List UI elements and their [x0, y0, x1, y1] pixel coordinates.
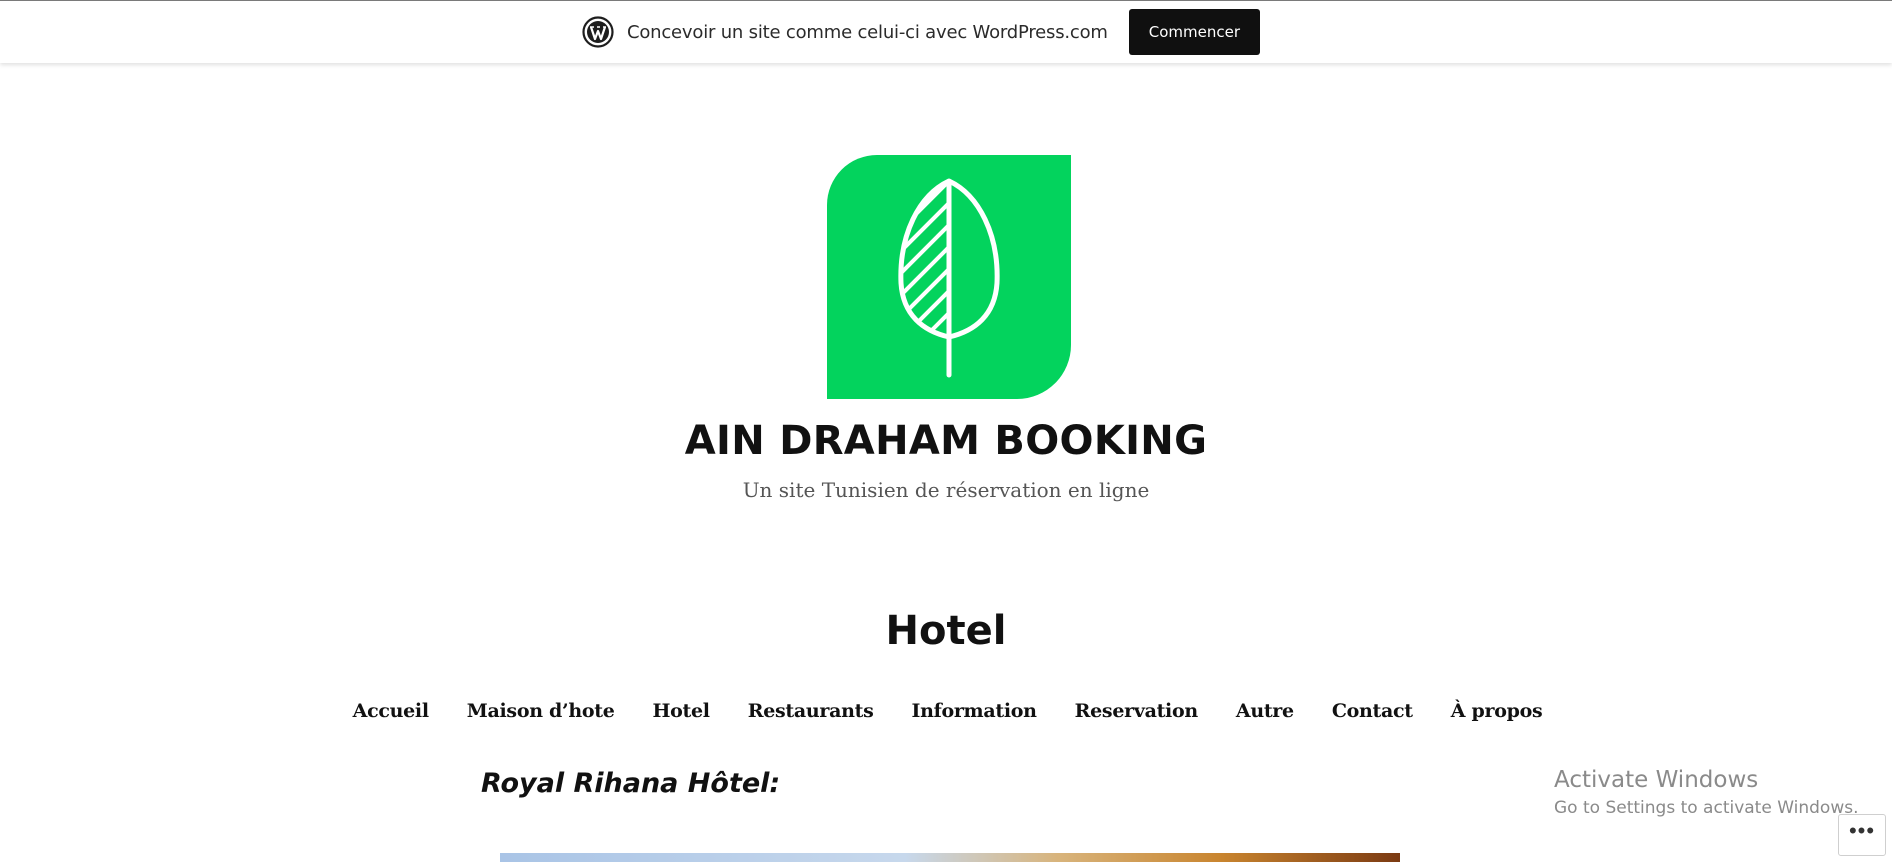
- more-actions-button[interactable]: •••: [1838, 814, 1886, 856]
- wordpress-promo-text[interactable]: Concevoir un site comme celui-ci avec Wo…: [627, 22, 1108, 43]
- wordpress-logo-icon[interactable]: [582, 16, 614, 48]
- wordpress-promo-content: Concevoir un site comme celui-ci avec Wo…: [582, 9, 1261, 55]
- nav-item-hotel[interactable]: Hotel: [652, 700, 710, 722]
- nav-item-reservation[interactable]: Reservation: [1075, 700, 1199, 722]
- page-title: Hotel: [885, 608, 1007, 654]
- windows-activation-watermark: Activate Windows Go to Settings to activ…: [1554, 765, 1859, 821]
- nav-item-information[interactable]: Information: [912, 700, 1037, 722]
- nav-item-maison-dhote[interactable]: Maison d’hote: [467, 700, 615, 722]
- ellipsis-icon: •••: [1848, 818, 1876, 843]
- site-logo-leaf-icon[interactable]: [827, 155, 1071, 399]
- hotel-photo: [500, 853, 1400, 862]
- post-heading: Royal Rihana Hôtel:: [481, 768, 781, 799]
- nav-item-contact[interactable]: Contact: [1332, 700, 1413, 722]
- nav-item-autre[interactable]: Autre: [1236, 700, 1294, 722]
- site-title[interactable]: AIN DRAHAM BOOKING: [0, 418, 1892, 464]
- nav-item-accueil[interactable]: Accueil: [353, 700, 429, 722]
- watermark-subtitle: Go to Settings to activate Windows.: [1554, 798, 1859, 818]
- wordpress-promo-banner: Concevoir un site comme celui-ci avec Wo…: [0, 0, 1892, 63]
- watermark-title: Activate Windows: [1554, 767, 1759, 793]
- main-navigation: Accueil Maison d’hote Hotel Restaurants …: [0, 700, 1892, 722]
- site-tagline: Un site Tunisien de réservation en ligne: [742, 478, 1150, 502]
- get-started-button[interactable]: Commencer: [1128, 9, 1261, 55]
- nav-item-restaurants[interactable]: Restaurants: [748, 700, 874, 722]
- nav-item-a-propos[interactable]: À propos: [1451, 700, 1543, 722]
